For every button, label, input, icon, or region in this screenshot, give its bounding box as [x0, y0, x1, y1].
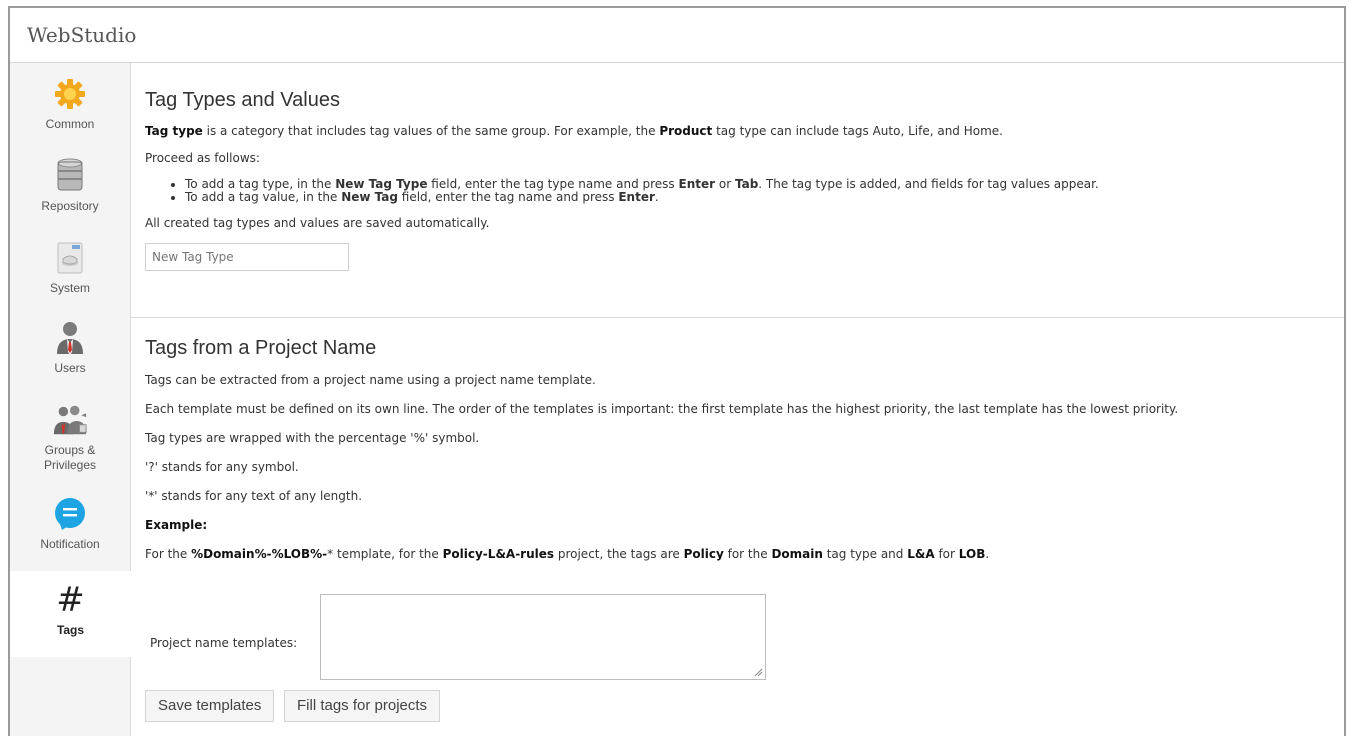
app-header: WebStudio	[10, 8, 1344, 63]
sidebar-item-label: Notification	[40, 537, 100, 551]
text-fragment: .	[654, 190, 659, 204]
resize-handle-icon[interactable]	[754, 668, 763, 677]
text-fragment: field, enter the tag name and press	[397, 190, 619, 204]
term-lob: LOB	[958, 547, 986, 561]
sidebar-item-repository[interactable]: Repository	[10, 145, 130, 227]
sidebar: Common Repository System Users Groups & …	[10, 63, 131, 736]
sidebar-item-label-line1: Groups &	[44, 443, 96, 457]
section-divider	[131, 317, 1344, 318]
term-enter: Enter	[618, 190, 655, 204]
term-la: L&A	[907, 547, 935, 561]
sidebar-item-users[interactable]: Users	[10, 309, 130, 391]
fill-tags-button[interactable]: Fill tags for projects	[284, 690, 441, 722]
text-fragment: is a category that includes tag values o…	[202, 124, 660, 138]
text-fragment: tag type can include tags Auto, Life, an…	[712, 124, 1003, 138]
section-title-project-tags: Tags from a Project Name	[145, 337, 377, 359]
term-tab: Tab	[734, 177, 759, 191]
text-fragment: To add a tag value, in the	[185, 190, 342, 204]
term-template: %Domain%-%LOB%-	[191, 547, 328, 561]
project-tags-line: Tag types are wrapped with the percentag…	[145, 431, 480, 445]
app-title: WebStudio	[27, 23, 137, 47]
database-icon	[52, 157, 88, 195]
sidebar-item-system[interactable]: System	[10, 227, 130, 309]
term-domain: Domain	[771, 547, 823, 561]
hash-icon: #	[56, 580, 85, 620]
sidebar-item-label: System	[49, 281, 90, 295]
example-label: Example:	[145, 518, 1344, 533]
tag-type-description: Tag type is a category that includes tag…	[145, 124, 1344, 139]
user-icon	[52, 319, 88, 357]
instruction-item: To add a tag value, in the New Tag field…	[185, 191, 1344, 204]
term-product: Product	[659, 124, 713, 138]
text-fragment: For the	[145, 547, 192, 561]
section-title-tag-types: Tag Types and Values	[145, 89, 340, 111]
gear-icon	[52, 75, 88, 113]
project-tags-line: '*' stands for any text of any length.	[145, 489, 363, 503]
term-new-tag: New Tag	[341, 190, 398, 204]
sidebar-item-label: Common	[45, 117, 95, 131]
text-fragment: for the	[723, 547, 772, 561]
term-new-tag-type: New Tag Type	[335, 177, 428, 191]
example-text: For the %Domain%-%LOB%-* template, for t…	[145, 547, 1344, 562]
save-templates-button[interactable]: Save templates	[145, 690, 275, 722]
tag-types-section: Tag Types and Values Tag type is a categ…	[145, 63, 1344, 271]
text-fragment: . The tag type is added, and fields for …	[758, 177, 1099, 191]
groups-icon	[52, 401, 88, 439]
sidebar-item-notification[interactable]: Notification	[10, 489, 130, 571]
text-fragment: * template, for the	[327, 547, 443, 561]
instruction-list: To add a tag type, in the New Tag Type f…	[145, 178, 1344, 204]
proceed-text: Proceed as follows:	[145, 151, 260, 165]
sidebar-item-tags[interactable]: # Tags	[10, 571, 131, 657]
templates-label: Project name templates:	[150, 636, 298, 650]
project-tags-section: Tags from a Project Name Tags can be ext…	[145, 337, 1344, 562]
sidebar-item-common[interactable]: Common	[10, 63, 130, 145]
sidebar-item-label: Groups & Privileges	[44, 443, 96, 473]
term-tag-type: Tag type	[145, 124, 203, 138]
system-icon	[52, 239, 88, 277]
text-fragment: tag type and	[822, 547, 908, 561]
sidebar-item-label: Repository	[41, 199, 99, 213]
project-tags-line: '?' stands for any symbol.	[145, 460, 299, 474]
app-window: WebStudio Common Repository System Users…	[8, 6, 1346, 736]
project-name-templates-textarea[interactable]	[320, 594, 766, 680]
example-label-text: Example:	[145, 518, 208, 532]
sidebar-item-label: Users	[54, 361, 86, 375]
text-fragment: for	[934, 547, 959, 561]
project-tags-line: Tags can be extracted from a project nam…	[145, 373, 596, 387]
term-policy: Policy	[683, 547, 724, 561]
text-fragment: .	[985, 547, 990, 561]
text-fragment: field, enter the tag type name and press	[427, 177, 679, 191]
term-enter: Enter	[678, 177, 716, 191]
project-tags-line: Each template must be defined on its own…	[145, 402, 1179, 416]
notification-icon	[52, 495, 88, 533]
text-fragment: project, the tags are	[554, 547, 684, 561]
text-fragment: or	[715, 177, 735, 191]
sidebar-item-groups-privileges[interactable]: Groups & Privileges	[10, 391, 130, 489]
term-project: Policy-L&A-rules	[442, 547, 555, 561]
text-fragment: To add a tag type, in the	[185, 177, 336, 191]
autosave-note: All created tag types and values are sav…	[145, 216, 490, 230]
sidebar-item-label: Tags	[56, 623, 85, 637]
sidebar-item-label-line2: Privileges	[43, 458, 97, 472]
main-content: Tag Types and Values Tag type is a categ…	[131, 63, 1344, 736]
new-tag-type-input[interactable]	[145, 243, 349, 271]
